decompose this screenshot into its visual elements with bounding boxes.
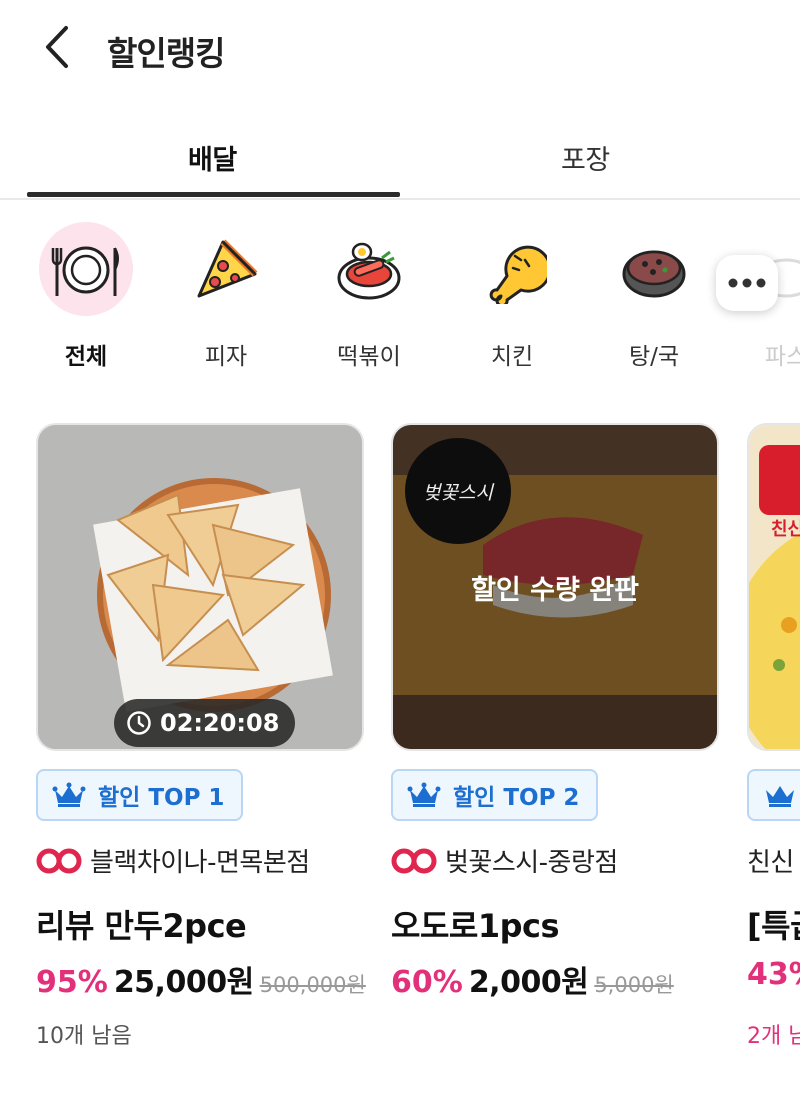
price-row: 43% [747, 957, 800, 992]
fried-rice-photo: 친신 [747, 423, 800, 751]
chicken-drumstick-icon [465, 222, 559, 316]
category-label: 떡볶이 [337, 344, 401, 370]
store-name: 블랙차이나-면목본점 [90, 848, 310, 878]
clock-icon [127, 711, 151, 735]
timer-text: 02:20:08 [160, 709, 280, 737]
app-header: 할인랭킹 [0, 0, 800, 100]
discount-rate: 95% [36, 965, 108, 1000]
rank-badge [747, 769, 800, 821]
store-logo-text: 친신 [771, 519, 800, 540]
store-logo-text: 벚꽃스시 [423, 481, 493, 504]
category-tteokbokki[interactable]: 떡볶이 [305, 215, 425, 375]
menu-name: 오도로1pcs [391, 907, 560, 945]
active-tab-indicator [27, 192, 400, 197]
tab-bar: 배달 포장 [0, 108, 800, 200]
remaining-count: 2개 남 [747, 1024, 800, 1049]
brand-logo-icon [36, 848, 82, 873]
category-label: 피자 [204, 344, 248, 370]
category-soup[interactable]: 탕/국 [590, 215, 710, 375]
remaining-count: 10개 남음 [36, 1024, 132, 1049]
crown-icon [407, 782, 441, 807]
back-button[interactable] [36, 22, 80, 72]
sale-price: 2,000원 [468, 965, 589, 1000]
category-strip: 전체 피자 떡볶이 치킨 탕/국 파스 [0, 215, 800, 375]
original-price: 500,000원 [259, 973, 366, 997]
category-label: 치킨 [490, 344, 534, 370]
pizza-icon [179, 222, 273, 316]
dumpling-photo: 02:20:08 [36, 423, 364, 751]
price-row: 95% 25,000원 500,000원 [36, 957, 366, 1001]
menu-name: [특급 [747, 907, 800, 945]
tab-delivery[interactable]: 배달 [188, 138, 237, 177]
category-label: 전체 [64, 344, 108, 370]
store-logo-circle: 벚꽃스시 [405, 438, 511, 544]
more-categories-button[interactable] [716, 255, 778, 311]
category-label: 파스 [764, 344, 800, 370]
rank-label: 할인 TOP 2 [453, 785, 580, 811]
more-dots-icon [728, 278, 766, 288]
brand-logo-icon [391, 848, 437, 873]
chevron-left-icon [46, 26, 68, 68]
timer-badge: 02:20:08 [114, 699, 296, 747]
category-all[interactable]: 전체 [22, 215, 142, 375]
sale-price: 25,000원 [113, 965, 254, 1000]
store-name: 친신 [747, 848, 794, 878]
rank-badge: 할인 TOP 2 [391, 769, 598, 821]
category-pizza[interactable]: 피자 [162, 215, 282, 375]
store-row: 벚꽃스시-중랑점 [391, 842, 618, 879]
sushi-photo: 할인 수량 완판 벚꽃스시 [391, 423, 719, 751]
crown-icon [766, 786, 794, 807]
discount-rate: 60% [391, 965, 463, 1000]
page-title: 할인랭킹 [107, 34, 225, 73]
category-chicken[interactable]: 치킨 [448, 215, 568, 375]
tab-pickup[interactable]: 포장 [561, 138, 610, 177]
store-row: 블랙차이나-면목본점 [36, 842, 310, 879]
discount-rate: 43% [747, 957, 800, 992]
plate-cutlery-icon [39, 222, 133, 316]
original-price: 5,000원 [594, 973, 674, 997]
store-row: 친신 [747, 842, 794, 879]
rank-label: 할인 TOP 1 [98, 785, 225, 811]
rank-badge: 할인 TOP 1 [36, 769, 243, 821]
tteokbokki-icon [322, 222, 416, 316]
soup-pot-icon [607, 222, 701, 316]
crown-icon [52, 782, 86, 807]
menu-name: 리뷰 만두2pce [36, 907, 247, 945]
discount-ranking-list: 02:20:08 할인 TOP 1 블랙차이나-면목본점 리뷰 만두2pce 9… [0, 420, 800, 1112]
store-name: 벚꽃스시-중랑점 [445, 848, 618, 878]
price-row: 60% 2,000원 5,000원 [391, 957, 674, 1001]
category-label: 탕/국 [628, 344, 680, 370]
